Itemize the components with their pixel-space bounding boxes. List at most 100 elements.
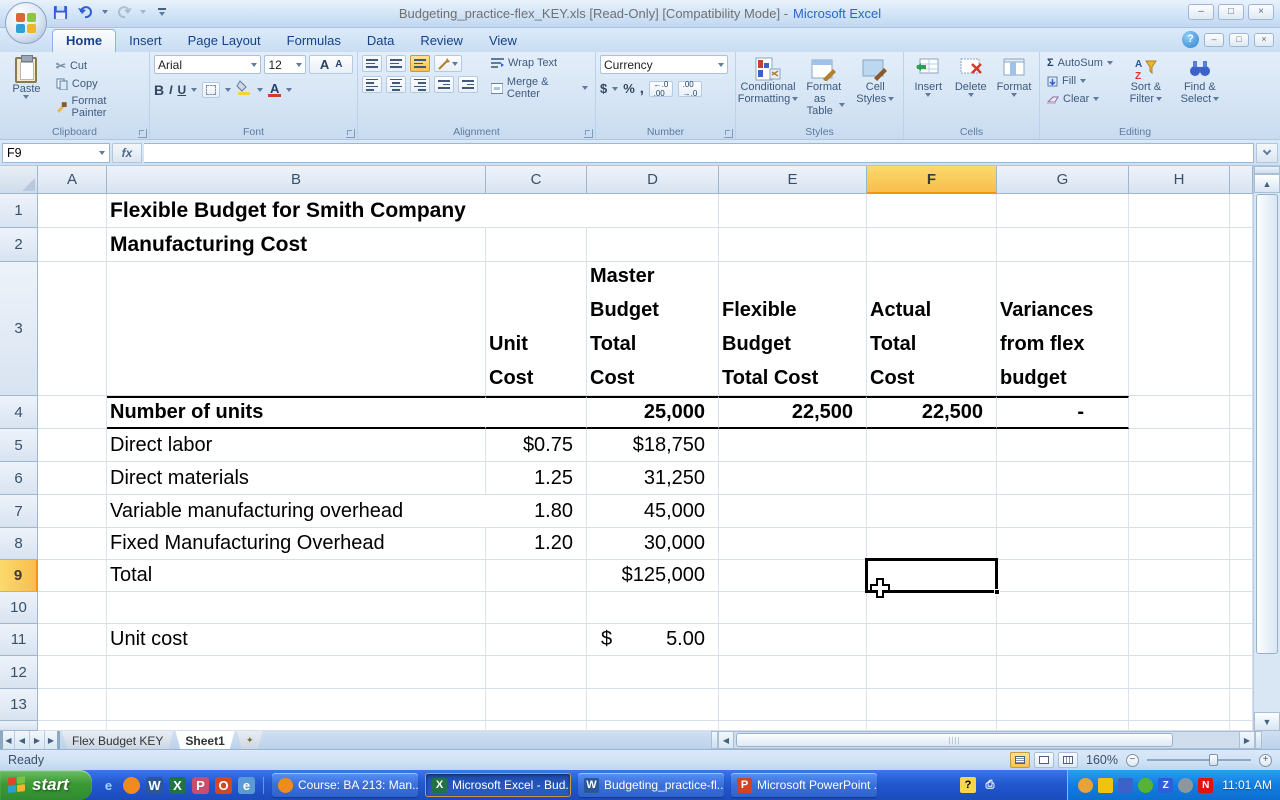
norton-icon[interactable]: N xyxy=(1198,778,1213,793)
cell-B2[interactable]: Manufacturing Cost xyxy=(107,228,486,262)
ribbon-tab-view[interactable]: View xyxy=(476,30,530,52)
cell-F2[interactable] xyxy=(867,228,997,262)
cell-H12[interactable] xyxy=(1129,656,1230,689)
cell-H10[interactable] xyxy=(1129,592,1230,624)
cell-F3[interactable]: Actual Total Cost xyxy=(867,262,997,396)
cell-C13[interactable] xyxy=(486,689,587,721)
cell-G7[interactable] xyxy=(997,495,1129,528)
previous-sheet-button[interactable]: ◀ xyxy=(15,731,30,749)
cell-C10[interactable] xyxy=(486,592,587,624)
next-sheet-button[interactable]: ▶ xyxy=(30,731,45,749)
cell-D13[interactable] xyxy=(587,689,719,721)
decrease-indent-button[interactable] xyxy=(434,76,454,93)
zoom-level[interactable]: 160% xyxy=(1086,753,1118,767)
cell-F1[interactable] xyxy=(867,194,997,228)
cell-H8[interactable] xyxy=(1129,528,1230,560)
last-sheet-button[interactable]: ▶ xyxy=(45,731,60,749)
cell-B13[interactable] xyxy=(107,689,486,721)
cell-E13[interactable] xyxy=(719,689,867,721)
cell-E11[interactable] xyxy=(719,624,867,656)
accounting-format-button[interactable]: $ xyxy=(600,81,607,96)
column-header-G[interactable]: G xyxy=(997,166,1129,194)
row-header-3[interactable]: 3 xyxy=(0,262,38,396)
column-header-D[interactable]: D xyxy=(587,166,719,194)
cell-C1[interactable] xyxy=(486,194,587,228)
ribbon-tab-data[interactable]: Data xyxy=(354,30,407,52)
cell-G9[interactable] xyxy=(997,560,1129,592)
row-header-2[interactable]: 2 xyxy=(0,228,38,262)
cell-B3[interactable] xyxy=(107,262,486,396)
cell-F4[interactable]: 22,500 xyxy=(867,396,997,429)
cell-G10[interactable] xyxy=(997,592,1129,624)
publisher-icon[interactable]: P xyxy=(192,777,209,794)
outlook-icon[interactable]: O xyxy=(215,777,232,794)
italic-button[interactable]: I xyxy=(169,83,172,97)
row-header-5[interactable]: 5 xyxy=(0,429,38,462)
ribbon-tab-review[interactable]: Review xyxy=(407,30,476,52)
bottom-align-button[interactable] xyxy=(410,55,430,72)
percent-style-button[interactable]: % xyxy=(623,81,635,96)
cell-A13[interactable] xyxy=(38,689,107,721)
fill-button[interactable]: Fill xyxy=(1044,74,1116,88)
comma-style-button[interactable]: , xyxy=(640,80,644,97)
top-align-button[interactable] xyxy=(362,55,382,72)
cell-C3[interactable]: Unit Cost xyxy=(486,262,587,396)
row-header-13[interactable]: 13 xyxy=(0,689,38,721)
shield-icon[interactable] xyxy=(1098,778,1113,793)
row-header-1[interactable]: 1 xyxy=(0,194,38,228)
cell-E2[interactable] xyxy=(719,228,867,262)
find-select-button[interactable]: Find & Select xyxy=(1176,55,1224,107)
column-header-E[interactable]: E xyxy=(719,166,867,194)
cell-H7[interactable] xyxy=(1129,495,1230,528)
font-name-combo[interactable]: Arial xyxy=(154,55,261,74)
workbook-close-button[interactable]: × xyxy=(1254,33,1274,47)
vertical-scroll-thumb[interactable] xyxy=(1256,194,1278,654)
clipboard-dialog-launcher-icon[interactable] xyxy=(138,129,147,138)
cell-H11[interactable] xyxy=(1129,624,1230,656)
insert-worksheet-tab[interactable]: ✦ xyxy=(237,731,263,749)
cell-A6[interactable] xyxy=(38,462,107,495)
horizontal-scrollbar[interactable]: ◀ |||| ▶ xyxy=(711,731,1262,749)
format-as-table-button[interactable]: Format as Table xyxy=(798,55,849,119)
cell-E4[interactable]: 22,500 xyxy=(719,396,867,429)
cell-D11[interactable]: $5.00 xyxy=(587,624,719,656)
cut-button[interactable]: ✂Cut xyxy=(53,58,145,74)
cell-E5[interactable] xyxy=(719,429,867,462)
cell-E10[interactable] xyxy=(719,592,867,624)
cell-A8[interactable] xyxy=(38,528,107,560)
cell-A2[interactable] xyxy=(38,228,107,262)
cell-E3[interactable]: Flexible Budget Total Cost xyxy=(719,262,867,396)
cell-H6[interactable] xyxy=(1129,462,1230,495)
ribbon-tab-insert[interactable]: Insert xyxy=(116,30,175,52)
workbook-minimize-button[interactable]: – xyxy=(1204,33,1224,47)
zotero-icon[interactable]: Z xyxy=(1158,778,1173,793)
cell-C11[interactable] xyxy=(486,624,587,656)
decrease-decimal-button[interactable]: .00→.0 xyxy=(678,81,702,97)
formula-input[interactable] xyxy=(144,143,1254,163)
column-header-C[interactable]: C xyxy=(486,166,587,194)
cell-B6[interactable]: Direct materials xyxy=(107,462,486,495)
firefox-icon[interactable] xyxy=(123,777,140,794)
volume-icon[interactable] xyxy=(1178,778,1193,793)
sort-filter-button[interactable]: AZ Sort & Filter xyxy=(1122,55,1170,107)
align-left-button[interactable] xyxy=(362,76,382,93)
column-header-A[interactable]: A xyxy=(38,166,107,194)
cell-E12[interactable] xyxy=(719,656,867,689)
horizontal-scroll-thumb[interactable]: |||| xyxy=(736,733,1173,747)
cell-G3[interactable]: Variances from flex budget xyxy=(997,262,1129,396)
cell-G4[interactable]: - xyxy=(997,396,1129,429)
cell-A7[interactable] xyxy=(38,495,107,528)
row-header-8[interactable]: 8 xyxy=(0,528,38,560)
cell-D6[interactable]: 31,250 xyxy=(587,462,719,495)
minimize-button[interactable]: – xyxy=(1188,4,1214,20)
cell-F11[interactable] xyxy=(867,624,997,656)
cell-B9[interactable]: Total xyxy=(107,560,486,592)
column-header-F[interactable]: F xyxy=(867,166,997,194)
start-button[interactable]: start xyxy=(0,770,92,800)
cell-A1[interactable] xyxy=(38,194,107,228)
horizontal-split-handle[interactable] xyxy=(1255,731,1262,749)
cell-B4[interactable]: Number of units xyxy=(107,396,486,429)
cell-A12[interactable] xyxy=(38,656,107,689)
expand-formula-bar-button[interactable] xyxy=(1256,143,1278,163)
increase-decimal-button[interactable]: ←.0.00 xyxy=(649,81,673,97)
